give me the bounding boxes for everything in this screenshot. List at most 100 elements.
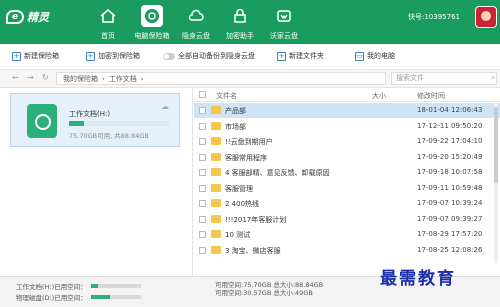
row-checkbox[interactable] xyxy=(199,231,206,238)
status-bar-1 xyxy=(90,284,141,288)
table-row[interactable]: 4 客服部精、意见反馈、卸载原因 17-09-18 10:07:58 xyxy=(194,165,500,180)
row-checkbox[interactable] xyxy=(199,169,206,176)
drive-usage-fill xyxy=(69,121,84,126)
file-name: 市场部 xyxy=(225,122,246,131)
nav-hidden-cloud[interactable]: 隐身云盘 xyxy=(174,0,218,44)
row-checkbox[interactable] xyxy=(199,184,206,192)
nav-home[interactable]: 首页 xyxy=(86,0,130,44)
file-name: !!云盘到期用户 xyxy=(225,138,273,146)
watermark: 最需教育 xyxy=(380,269,456,289)
toggle-switch[interactable] xyxy=(163,52,175,60)
row-checkbox[interactable] xyxy=(199,138,206,145)
table-row[interactable]: !!云盘到期用户 17-09-22 17:04:10 xyxy=(194,134,500,149)
auto-backup-toggle[interactable]: 全部自动备份到隐身云盘 xyxy=(163,51,255,61)
folder-icon xyxy=(211,183,221,192)
search-input[interactable]: 搜索文件 xyxy=(391,72,497,85)
avatar[interactable] xyxy=(475,6,497,28)
app-logo: e 精灵 xyxy=(6,9,49,25)
scrollbar-thumb[interactable] xyxy=(494,107,498,183)
folder-icon xyxy=(211,137,221,145)
safe-icon xyxy=(141,5,163,27)
breadcrumb-item[interactable]: 工作文档 xyxy=(109,74,137,84)
file-date: 17-08-25 12:08:26 xyxy=(417,245,483,254)
table-header: 文件名 大小 修改时间 xyxy=(194,88,500,102)
space-info: 可用空间:75.70GB 总大小:88.84GB 可用空间:30.57GB 总大… xyxy=(215,281,323,297)
wo-cloud-icon xyxy=(273,5,295,27)
search-icon[interactable]: ⌕ xyxy=(491,74,495,83)
file-date: 17-09-11 10:59:48 xyxy=(417,183,483,192)
row-checkbox[interactable] xyxy=(199,200,206,207)
table-row[interactable]: 产品部 18-01-04 12:06:43 xyxy=(194,103,500,118)
row-checkbox[interactable] xyxy=(199,153,206,161)
add-to-safe-button[interactable]: + 加密到保险箱 xyxy=(86,51,140,61)
table-row[interactable]: !!!2017年客服计划 17-09-07 09:39:27 xyxy=(194,212,500,227)
nav-wo-cloud-label: 沃家云盘 xyxy=(270,32,298,40)
table-row[interactable]: 市场部 17-12-11 09:50:20 xyxy=(194,119,500,134)
breadcrumb[interactable]: 我的保险箱 › 工作文档 › xyxy=(56,72,386,85)
nav-safe-label: 电脑保险箱 xyxy=(134,32,170,40)
file-date: 17-09-22 17:04:10 xyxy=(417,137,483,145)
row-checkbox[interactable] xyxy=(199,122,206,130)
lock-icon xyxy=(229,5,251,27)
folder-icon xyxy=(211,199,221,207)
chevron-right-icon: › xyxy=(140,74,144,83)
new-folder-button[interactable]: + 新建文件夹 xyxy=(277,51,324,61)
plus-icon: + xyxy=(12,51,21,61)
file-name: 3 淘宝、微店客服 xyxy=(225,246,281,255)
computer-icon: ▭ xyxy=(355,51,364,61)
select-all-checkbox[interactable] xyxy=(199,91,206,98)
row-checkbox[interactable] xyxy=(199,107,206,114)
table-row[interactable]: 2 400热线 17-09-07 10:39:24 xyxy=(194,196,500,211)
status-bar-2 xyxy=(90,295,141,299)
folder-icon xyxy=(211,152,221,161)
auto-backup-label: 全部自动备份到隐身云盘 xyxy=(178,52,255,60)
logo-text: 精灵 xyxy=(27,11,49,24)
table-row[interactable]: 3 淘宝、微店客服 17-08-25 12:08:26 xyxy=(194,243,500,258)
refresh-icon[interactable]: ↻ xyxy=(42,73,49,82)
file-name: 2 400热线 xyxy=(225,200,260,208)
file-date: 17-09-20 15:20:49 xyxy=(417,152,483,161)
drive-card[interactable]: 工作文档(H:) 75.70GB可用, 共88.84GB ☁ xyxy=(10,93,180,147)
nav-encrypt[interactable]: 加密助手 xyxy=(218,0,262,44)
back-arrow-icon[interactable]: ← xyxy=(12,73,19,82)
my-computer-label: 我的电脑 xyxy=(367,52,395,60)
row-checkbox[interactable] xyxy=(199,246,206,254)
file-list: 文件名 大小 修改时间 产品部 18-01-04 12:06:43 市场部 17-12… xyxy=(194,88,500,276)
top-bar: e 精灵 首页 电脑保险箱 隐身云盘 加密助手 沃家云盘 快号:10395761 xyxy=(0,0,500,44)
file-name: 10 测试 xyxy=(225,231,251,239)
table-row[interactable]: 客服管理 17-09-11 10:59:48 xyxy=(194,181,500,196)
nav-encrypt-label: 加密助手 xyxy=(226,32,254,40)
my-computer-button[interactable]: ▭ 我的电脑 xyxy=(355,51,395,61)
status-fill-2 xyxy=(90,295,110,299)
toolbar: + 新建保险箱 + 加密到保险箱 全部自动备份到隐身云盘 + 新建文件夹 ▭ 我… xyxy=(0,44,500,70)
row-checkbox[interactable] xyxy=(199,215,206,223)
chevron-right-icon: › xyxy=(102,74,105,83)
cloud-sync-icon[interactable]: ☁ xyxy=(161,102,169,111)
file-name: !!!2017年客服计划 xyxy=(225,215,287,224)
table-row[interactable]: 10 测试 17-08-29 17:57:20 xyxy=(194,227,500,242)
drive-usage-bar xyxy=(69,121,169,126)
new-safe-label: 新建保险箱 xyxy=(24,52,59,60)
folder-icon xyxy=(211,121,221,130)
drive-size: 75.70GB可用, 共88.84GB xyxy=(69,132,149,140)
home-icon xyxy=(97,5,119,27)
folder-icon xyxy=(211,230,221,238)
nav-safe[interactable]: 电脑保险箱 xyxy=(130,0,174,44)
scrollbar[interactable] xyxy=(494,103,498,263)
header-size[interactable]: 大小 xyxy=(372,91,386,101)
new-safe-button[interactable]: + 新建保险箱 xyxy=(12,51,59,61)
header-date[interactable]: 修改时间 xyxy=(417,91,445,101)
header-name[interactable]: 文件名 xyxy=(216,91,237,101)
new-folder-icon: + xyxy=(277,51,286,61)
folder-icon xyxy=(211,214,221,223)
folder-icon xyxy=(211,168,221,176)
nav-wo-cloud[interactable]: 沃家云盘 xyxy=(262,0,306,44)
table-row[interactable]: 客服常用程序 17-09-20 15:20:49 xyxy=(194,150,500,165)
nav-hidden-cloud-label: 隐身云盘 xyxy=(182,32,210,40)
folder-icon xyxy=(211,245,221,254)
forward-arrow-icon[interactable]: → xyxy=(27,73,34,82)
breadcrumb-item[interactable]: 我的保险箱 xyxy=(63,74,98,84)
new-folder-label: 新建文件夹 xyxy=(289,52,324,60)
file-date: 17-09-07 10:39:24 xyxy=(417,199,483,207)
file-date: 17-08-29 17:57:20 xyxy=(417,230,483,238)
